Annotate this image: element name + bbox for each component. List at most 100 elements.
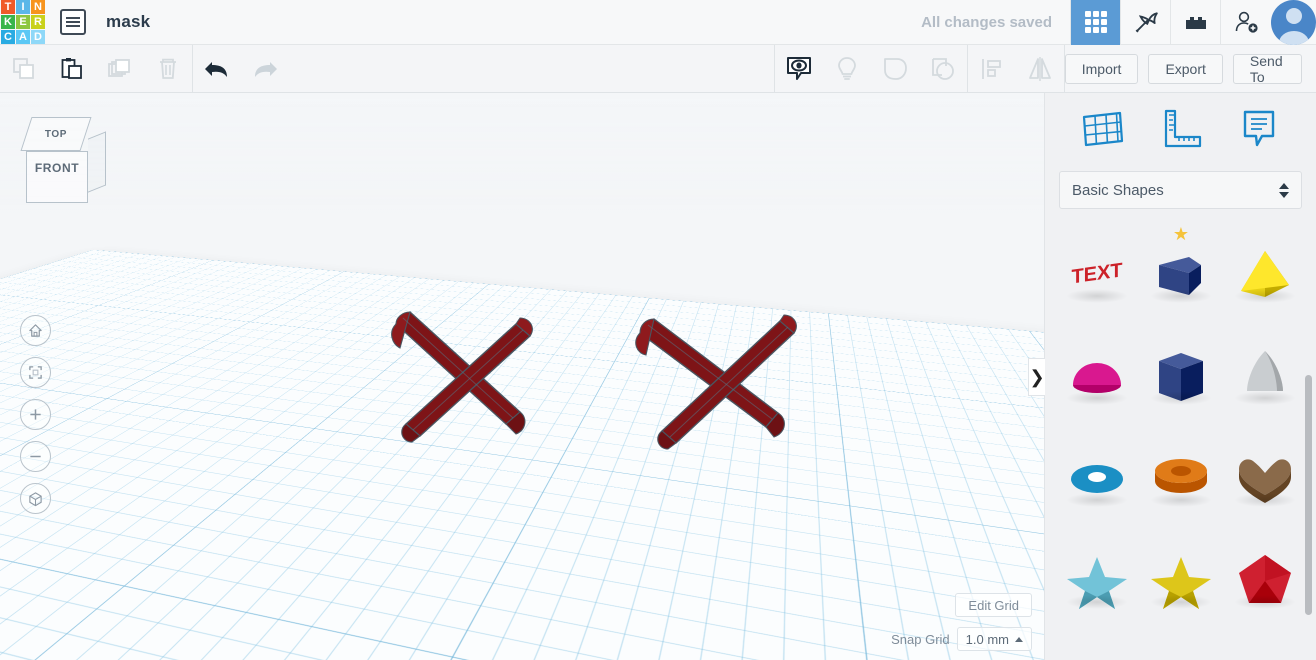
zoom-in-button[interactable] [20, 399, 51, 430]
text-shape[interactable]: TEXT [1055, 223, 1139, 325]
menu-lines [66, 15, 80, 29]
view-cube[interactable]: TOP FRONT [18, 115, 108, 220]
view-cube-right-face[interactable] [88, 131, 106, 193]
header-actions: All changes saved [921, 0, 1316, 45]
history-tools [193, 45, 289, 93]
light-button[interactable] [823, 45, 871, 93]
send-to-button[interactable]: Send To [1232, 53, 1302, 85]
logo-tile-d: D [31, 29, 45, 44]
export-button[interactable]: Export [1148, 53, 1223, 84]
shape-library-grid: TEXT ★ [1045, 215, 1316, 660]
view-cube-front-face[interactable]: FRONT [26, 151, 88, 203]
edit-grid-button[interactable]: Edit Grid [955, 593, 1032, 617]
mirror-button[interactable] [1016, 45, 1064, 93]
polygon-shape[interactable] [1223, 529, 1307, 631]
shape-shadow [1150, 391, 1212, 405]
logo-tile-t: T [1, 0, 15, 14]
view-cube-top-label: TOP [44, 128, 68, 140]
tube-shape[interactable] [1139, 427, 1223, 529]
perspective-toggle-button[interactable] [20, 483, 51, 514]
codeblocks-button[interactable] [1120, 0, 1170, 45]
trash-icon [160, 58, 176, 79]
paste-button[interactable] [48, 45, 96, 93]
workplane-tool[interactable] [1076, 103, 1128, 155]
star-shape[interactable] [1139, 529, 1223, 631]
visibility-button[interactable] [775, 45, 823, 93]
arrange-tools [968, 45, 1064, 93]
navigation-buttons [20, 315, 51, 525]
import-button[interactable]: Import [1064, 53, 1139, 84]
file-actions: Import Export Send To [1064, 53, 1316, 85]
heart-shape[interactable] [1223, 427, 1307, 529]
delete-button[interactable] [144, 45, 192, 93]
group-button[interactable] [919, 45, 967, 93]
x-shape-right[interactable] [635, 314, 797, 450]
shape-row5-c[interactable] [1223, 631, 1307, 660]
plus-icon [30, 409, 41, 420]
eye-bubble-icon [786, 56, 811, 80]
snap-grid-select[interactable]: 1.0 mm [956, 627, 1032, 651]
scene-objects[interactable] [0, 93, 1044, 660]
home-view-button[interactable] [20, 315, 51, 346]
panel-scrollbar[interactable] [1305, 375, 1312, 615]
ruler-tool[interactable] [1154, 103, 1206, 155]
shape-row5-b[interactable] [1139, 631, 1223, 660]
invite-button[interactable] [1220, 0, 1270, 45]
brick-icon [1185, 17, 1206, 29]
duplicate-button[interactable] [96, 45, 144, 93]
box-shape[interactable]: ★ [1139, 223, 1223, 325]
view-cube-top-face[interactable]: TOP [20, 117, 92, 151]
x-shape-left[interactable] [391, 311, 533, 443]
shape-shadow [1066, 493, 1128, 507]
copy-button[interactable] [0, 45, 48, 93]
shape-row5-a[interactable] [1055, 631, 1139, 660]
paraboloid-star-shape[interactable] [1055, 529, 1139, 631]
app-header: TIN KER CAD mask All changes saved [0, 0, 1316, 45]
blocks-button[interactable] [1170, 0, 1220, 45]
shape-shadow [1066, 289, 1128, 303]
shape-row5-b-thumbnail [1145, 651, 1217, 660]
shape-category-select[interactable]: Basic Shapes [1059, 171, 1302, 209]
shape-shadow [1066, 391, 1128, 405]
avatar[interactable] [1271, 0, 1316, 45]
half-sphere-shape[interactable] [1055, 325, 1139, 427]
shape-shadow [1234, 493, 1296, 507]
redo-button[interactable] [241, 45, 289, 93]
shape-shadow [1234, 391, 1296, 405]
undo-arrow-icon [204, 61, 227, 77]
shape-row5-a-thumbnail [1061, 651, 1133, 660]
notes-tool[interactable] [1233, 103, 1285, 155]
logo-tile-a: A [16, 29, 30, 44]
pyramid-shape[interactable] [1223, 223, 1307, 325]
shapes-panel: Basic Shapes TEXT ★ [1044, 93, 1316, 660]
duplicate-icon [108, 58, 130, 77]
blob-shape-icon [883, 57, 907, 80]
fit-view-button[interactable] [20, 357, 51, 388]
shape-button[interactable] [871, 45, 919, 93]
panel-tools [1045, 93, 1316, 165]
logo-tile-c: C [1, 29, 15, 44]
edit-toolbar: Import Export Send To [0, 44, 1316, 93]
tinkercad-app: TINKERCAD mask All changes saved Import … [0, 0, 1316, 660]
lightbulb-icon [837, 56, 856, 80]
tinkercad-logo[interactable]: TIN KER CAD [0, 0, 46, 45]
logo-tile-k: K [1, 14, 15, 29]
design-view-button[interactable] [1070, 0, 1120, 45]
undo-button[interactable] [193, 45, 241, 93]
cone-shape[interactable] [1223, 325, 1307, 427]
list-menu-icon[interactable] [60, 9, 86, 35]
star-badge-icon: ★ [1172, 224, 1190, 244]
ruler-icon [1165, 109, 1202, 148]
torus-shape[interactable] [1055, 427, 1139, 529]
panel-collapse-toggle[interactable]: ❯ [1028, 358, 1045, 396]
svg-text:TEXT: TEXT [1071, 259, 1123, 288]
workplane-canvas[interactable]: TOP FRONT Edit Grid Snap Grid 1.0 mm [0, 93, 1044, 660]
align-button[interactable] [968, 45, 1016, 93]
mirror-icon [1028, 56, 1051, 81]
shape-shadow [1234, 289, 1296, 303]
shape-shadow [1234, 595, 1296, 609]
zoom-out-button[interactable] [20, 441, 51, 472]
logo-tile-e: E [16, 14, 30, 29]
pickaxe-icon [1135, 12, 1158, 33]
cylinder-shape[interactable] [1139, 325, 1223, 427]
